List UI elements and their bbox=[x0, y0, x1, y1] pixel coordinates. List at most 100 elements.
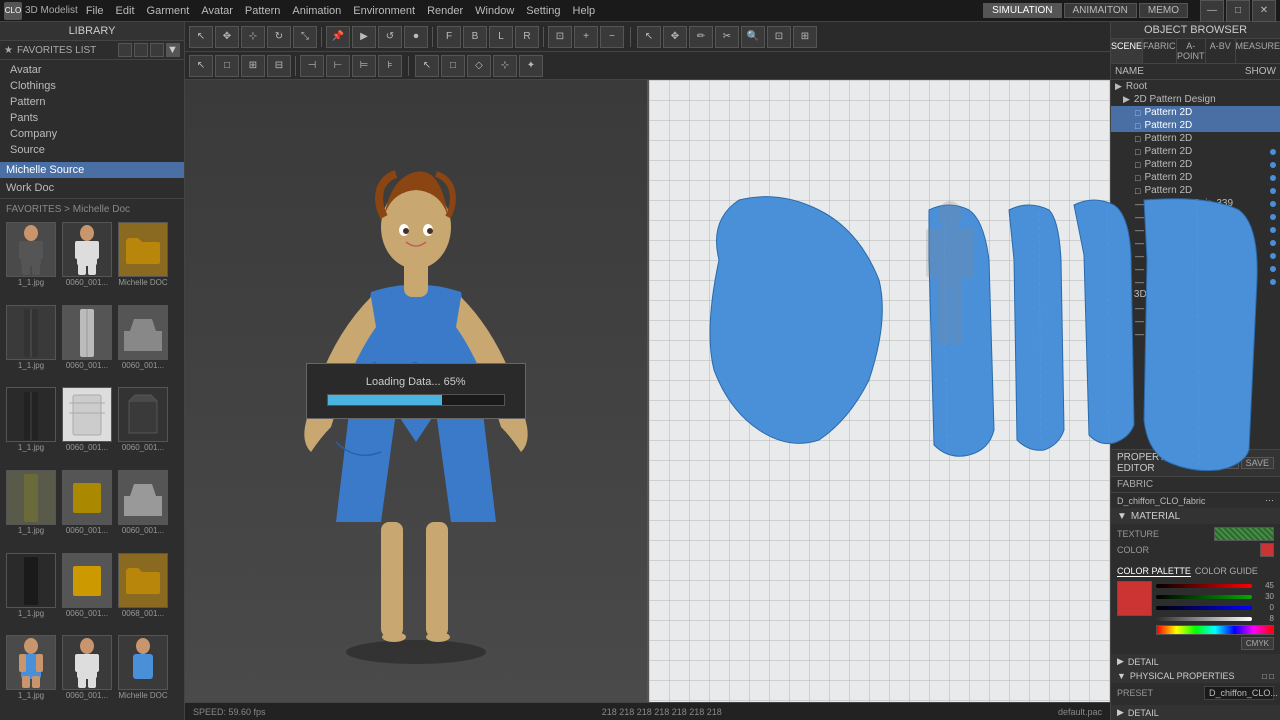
record-tool[interactable]: ⏺ bbox=[404, 26, 428, 48]
2d-pen[interactable]: ✏ bbox=[689, 26, 713, 48]
tab-measure[interactable]: MEASURE bbox=[1236, 39, 1280, 63]
menu-animation[interactable]: Animation bbox=[292, 5, 341, 17]
thumb-1[interactable]: 0060_001... bbox=[60, 222, 114, 303]
thumb-14[interactable]: 0068_001... bbox=[116, 553, 170, 634]
transform-tool[interactable]: ⊹ bbox=[241, 26, 265, 48]
select-tool[interactable]: ↖ bbox=[189, 26, 213, 48]
menu-help[interactable]: Help bbox=[573, 5, 596, 17]
color-box[interactable] bbox=[1117, 581, 1152, 616]
tb2-2d-2[interactable]: □ bbox=[441, 55, 465, 77]
sidebar-avatar[interactable]: Avatar bbox=[6, 62, 178, 78]
thumb-10[interactable]: 0060_001... bbox=[60, 470, 114, 551]
scale-tool[interactable]: ⤡ bbox=[293, 26, 317, 48]
menu-pattern[interactable]: Pattern bbox=[245, 5, 280, 17]
thumb-5[interactable]: 0060_001... bbox=[116, 305, 170, 386]
tab-fabric[interactable]: FABRIC bbox=[1143, 39, 1177, 63]
tab-apoint[interactable]: A-POINT bbox=[1177, 39, 1206, 63]
tb2-dist[interactable]: ⊨ bbox=[352, 55, 376, 77]
tree-root[interactable]: ▶ Root bbox=[1111, 80, 1280, 93]
2d-select[interactable]: ↖ bbox=[637, 26, 661, 48]
thumb-9[interactable]: 1_1.jpg bbox=[4, 470, 58, 551]
thumb-16[interactable]: 0060_001... bbox=[60, 635, 114, 716]
sidebar-pants[interactable]: Pants bbox=[6, 110, 178, 126]
tree-2d-pattern-design[interactable]: ▶ 2D Pattern Design bbox=[1111, 93, 1280, 106]
menu-environment[interactable]: Environment bbox=[353, 5, 415, 17]
sim-tool[interactable]: ▶ bbox=[352, 26, 376, 48]
sidebar-company[interactable]: Company bbox=[6, 126, 178, 142]
view-right[interactable]: R bbox=[515, 26, 539, 48]
2d-fit[interactable]: ⊡ bbox=[767, 26, 791, 48]
tree-pattern-2d-3[interactable]: □ Pattern 2D bbox=[1111, 145, 1280, 158]
thumb-11[interactable]: 0060_001... bbox=[116, 470, 170, 551]
animation-mode-btn[interactable]: ANIMAITON bbox=[1064, 3, 1137, 18]
close-btn[interactable]: ✕ bbox=[1252, 0, 1276, 22]
thumb-2[interactable]: Michelle DOC bbox=[116, 222, 170, 303]
viewport-3d[interactable]: Loading Data... 65% bbox=[185, 80, 649, 702]
pin-tool[interactable]: 📌 bbox=[326, 26, 350, 48]
sidebar-clothings[interactable]: Clothings bbox=[6, 78, 178, 94]
tb2-2d-4[interactable]: ⊹ bbox=[493, 55, 517, 77]
view-front[interactable]: F bbox=[437, 26, 461, 48]
tb2-2d-5[interactable]: ✦ bbox=[519, 55, 543, 77]
tb2-more1[interactable]: ⊧ bbox=[378, 55, 402, 77]
menu-render[interactable]: Render bbox=[427, 5, 463, 17]
menu-garment[interactable]: Garment bbox=[147, 5, 190, 17]
michelle-source-item[interactable]: Michelle Source bbox=[0, 162, 184, 178]
rotate-tool[interactable]: ↻ bbox=[267, 26, 291, 48]
tab-scene[interactable]: SCENE bbox=[1111, 39, 1143, 63]
thumb-3[interactable]: 1_1.jpg bbox=[4, 305, 58, 386]
menu-avatar[interactable]: Avatar bbox=[201, 5, 233, 17]
viewport-2d[interactable] bbox=[649, 80, 1111, 702]
tree-pattern-2d-0[interactable]: □ Pattern 2D bbox=[1111, 106, 1280, 119]
2d-move[interactable]: ✥ bbox=[663, 26, 687, 48]
zoom-in[interactable]: + bbox=[574, 26, 598, 48]
thumb-17[interactable]: Michelle DOC bbox=[116, 635, 170, 716]
thumb-13[interactable]: 0060_001... bbox=[60, 553, 114, 634]
fav-icon-1[interactable] bbox=[118, 43, 132, 57]
physical-props-section[interactable]: ▼ PHYSICAL PROPERTIES □ □ bbox=[1111, 669, 1280, 683]
thumb-7[interactable]: 0060_001... bbox=[60, 387, 114, 468]
thumb-15[interactable]: 1_1.jpg bbox=[4, 635, 58, 716]
menu-window[interactable]: Window bbox=[475, 5, 514, 17]
memo-mode-btn[interactable]: MEMO bbox=[1139, 3, 1188, 18]
tree-pattern-2d-2[interactable]: □ Pattern 2D bbox=[1111, 132, 1280, 145]
fav-icon-3[interactable] bbox=[150, 43, 164, 57]
rainbow-bar[interactable] bbox=[1156, 625, 1274, 635]
thumb-0[interactable]: 1_1.jpg bbox=[4, 222, 58, 303]
thumb-6[interactable]: 1_1.jpg bbox=[4, 387, 58, 468]
tree-pattern-2d-1[interactable]: □ Pattern 2D bbox=[1111, 119, 1280, 132]
tree-pattern-2d-4[interactable]: □ Pattern 2D bbox=[1111, 158, 1280, 171]
work-doc-item[interactable]: Work Doc bbox=[0, 180, 184, 196]
2d-grid[interactable]: ⊞ bbox=[793, 26, 817, 48]
zoom-out[interactable]: − bbox=[600, 26, 624, 48]
move-tool[interactable]: ✥ bbox=[215, 26, 239, 48]
tb2-2d-3[interactable]: ◇ bbox=[467, 55, 491, 77]
minimize-btn[interactable]: — bbox=[1200, 0, 1224, 22]
fav-icon-2[interactable] bbox=[134, 43, 148, 57]
thumb-12[interactable]: 1_1.jpg bbox=[4, 553, 58, 634]
view-left[interactable]: L bbox=[489, 26, 513, 48]
menu-setting[interactable]: Setting bbox=[526, 5, 560, 17]
menu-file[interactable]: File bbox=[86, 5, 104, 17]
2d-cut[interactable]: ✂ bbox=[715, 26, 739, 48]
reset-tool[interactable]: ↺ bbox=[378, 26, 402, 48]
tb2-2d-1[interactable]: ↖ bbox=[415, 55, 439, 77]
a-slider[interactable] bbox=[1156, 617, 1252, 621]
expand-icon[interactable]: ▼ bbox=[166, 43, 180, 57]
thumb-4[interactable]: 0060_001... bbox=[60, 305, 114, 386]
tb2-rect[interactable]: □ bbox=[215, 55, 239, 77]
detail-section[interactable]: ▶ DETAIL bbox=[1111, 654, 1280, 669]
tb2-group[interactable]: ⊟ bbox=[267, 55, 291, 77]
menu-edit[interactable]: Edit bbox=[116, 5, 135, 17]
preset-value[interactable]: D_chiffon_CLO... bbox=[1204, 686, 1274, 700]
tb2-select-all[interactable]: ⊞ bbox=[241, 55, 265, 77]
tb2-arrow[interactable]: ↖ bbox=[189, 55, 213, 77]
thumb-8[interactable]: 0060_001... bbox=[116, 387, 170, 468]
maximize-btn[interactable]: □ bbox=[1226, 0, 1250, 22]
cmyk-button[interactable]: CMYK bbox=[1241, 637, 1274, 650]
detail2-section[interactable]: ▶ DETAIL bbox=[1111, 705, 1280, 720]
sidebar-pattern[interactable]: Pattern bbox=[6, 94, 178, 110]
tab-abv[interactable]: A-BV bbox=[1206, 39, 1235, 63]
g-slider[interactable] bbox=[1156, 595, 1252, 599]
b-slider[interactable] bbox=[1156, 606, 1252, 610]
